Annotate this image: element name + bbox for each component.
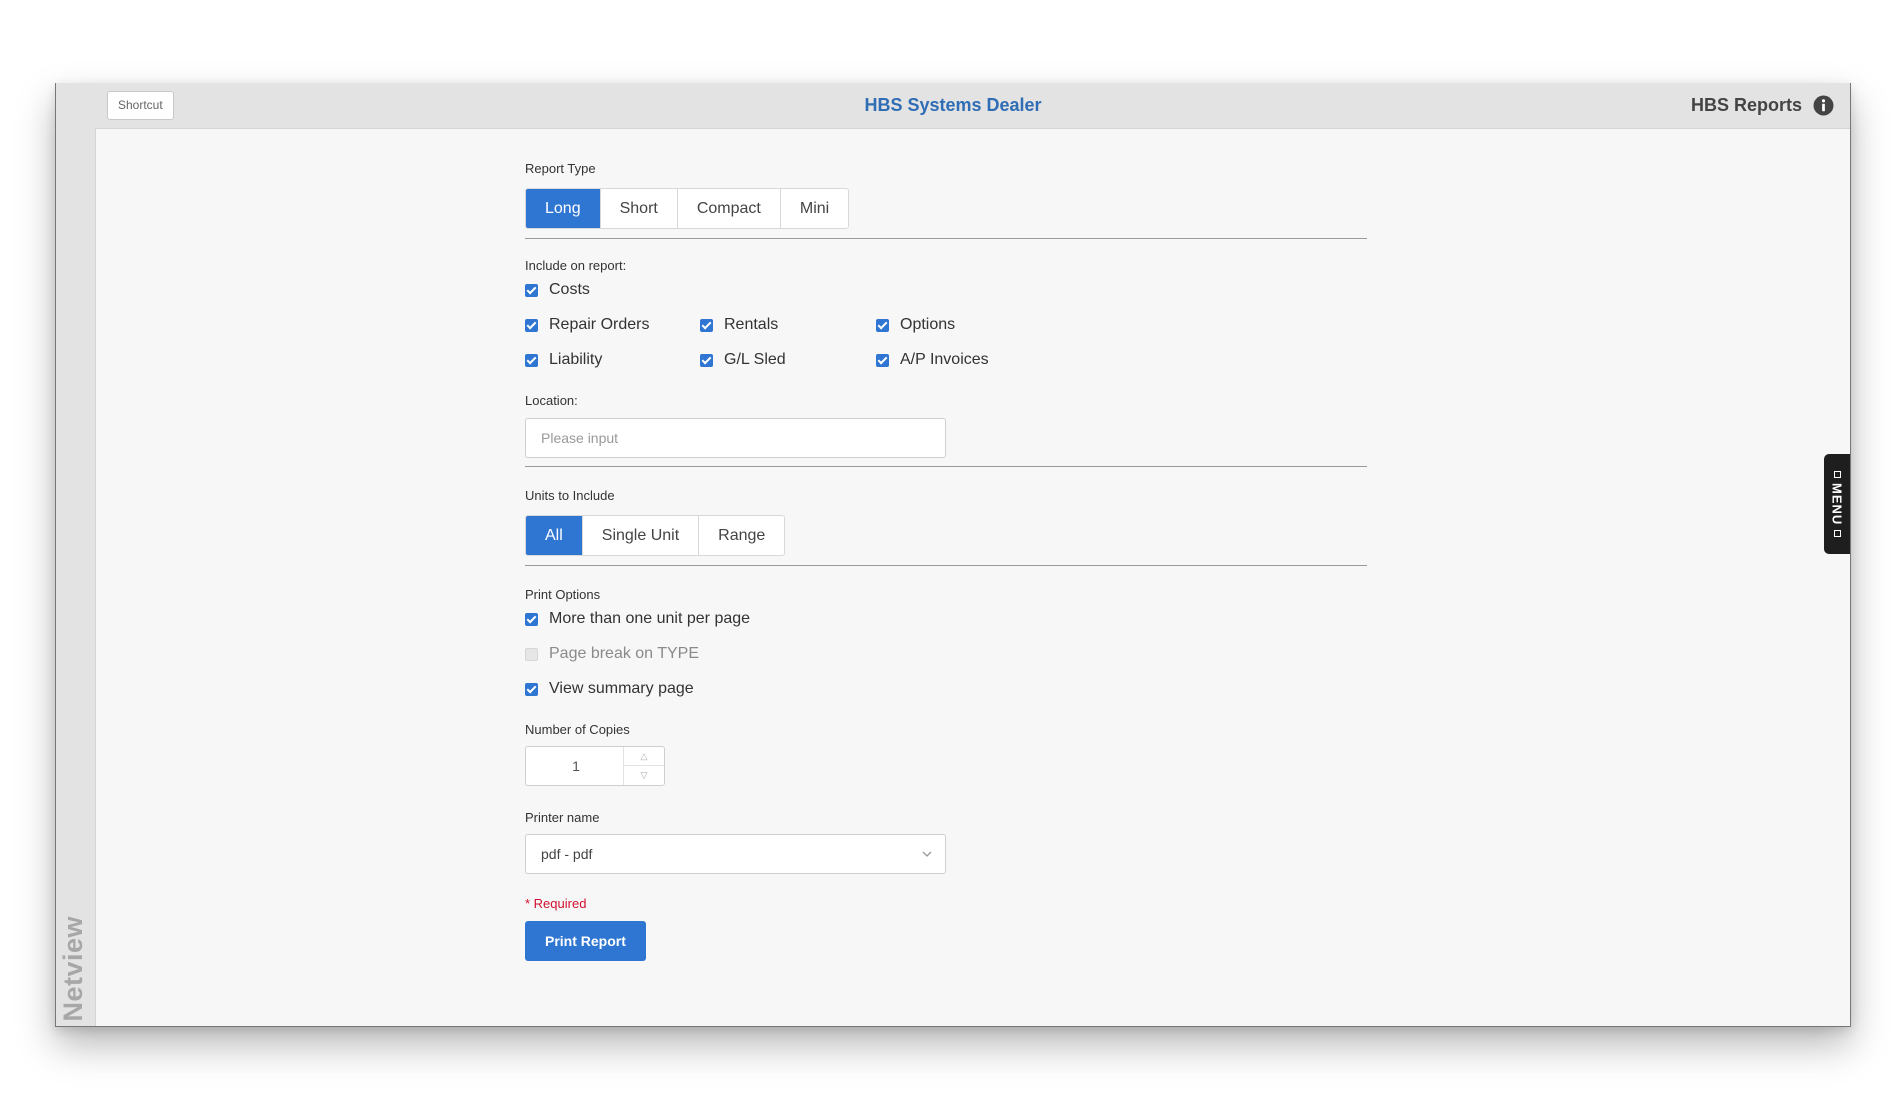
report-type-long[interactable]: Long (526, 189, 601, 228)
left-sidebar: Netview (56, 128, 96, 1026)
checkbox-ap-invoices[interactable]: A/P Invoices (876, 351, 989, 369)
checkbox-rentals[interactable]: Rentals (700, 316, 778, 334)
checkbox-label: A/P Invoices (900, 351, 989, 368)
checkbox-checked-icon[interactable] (525, 682, 538, 696)
units-segmented: All Single Unit Range (525, 515, 786, 556)
printer-label: Printer name (525, 810, 600, 825)
checkbox-page-break: Page break on TYPE (525, 645, 699, 663)
checkbox-checked-icon[interactable] (876, 353, 889, 367)
menu-square-icon (1833, 530, 1841, 538)
menu-square-icon (1833, 470, 1841, 478)
checkbox-more-than-one-unit[interactable]: More than one unit per page (525, 610, 750, 628)
printer-value: pdf - pdf (541, 846, 593, 862)
copies-stepper[interactable]: 1 △ ▽ (525, 746, 665, 786)
checkbox-label: G/L Sled (724, 351, 786, 368)
checkbox-checked-icon[interactable] (525, 318, 538, 332)
divider (525, 466, 1367, 467)
checkbox-liability[interactable]: Liability (525, 351, 602, 369)
checkbox-label: More than one unit per page (549, 610, 751, 627)
menu-tab[interactable]: MENU (1824, 454, 1850, 554)
units-single-unit[interactable]: Single Unit (583, 516, 700, 555)
checkbox-label: Repair Orders (549, 316, 650, 333)
print-report-button[interactable]: Print Report (525, 921, 646, 961)
chevron-down-icon[interactable]: ▽ (624, 766, 664, 785)
include-label: Include on report: (525, 258, 627, 273)
report-type-segmented: Long Short Compact Mini (525, 188, 850, 229)
location-input[interactable] (525, 418, 946, 458)
stepper-arrows: △ ▽ (623, 747, 664, 785)
report-type-label: Report Type (525, 161, 596, 176)
checkbox-checked-icon[interactable] (876, 318, 889, 332)
checkbox-view-summary[interactable]: View summary page (525, 680, 694, 698)
printer-select[interactable]: pdf - pdf (525, 834, 946, 874)
info-circle-icon[interactable] (1813, 95, 1834, 116)
checkbox-label: Options (900, 316, 956, 333)
report-type-compact[interactable]: Compact (678, 189, 781, 228)
copies-label: Number of Copies (525, 722, 630, 737)
app-window: Shortcut HBS Systems Dealer HBS Reports … (55, 83, 1851, 1027)
checkbox-label: Costs (549, 281, 590, 298)
units-all[interactable]: All (526, 516, 583, 555)
checkbox-gl-sled[interactable]: G/L Sled (700, 351, 786, 369)
checkbox-checked-icon[interactable] (700, 318, 713, 332)
report-type-short[interactable]: Short (601, 189, 678, 228)
reports-title: HBS Reports (1690, 95, 1802, 115)
required-note: * Required (525, 896, 587, 911)
checkbox-checked-icon[interactable] (525, 612, 538, 626)
location-label: Location: (525, 393, 578, 408)
checkbox-checked-icon[interactable] (525, 283, 538, 297)
checkbox-costs[interactable]: Costs (525, 281, 590, 299)
divider (525, 238, 1367, 239)
chevron-down-icon (922, 851, 932, 857)
checkbox-label: Rentals (724, 316, 779, 333)
divider (525, 565, 1367, 566)
checkbox-checked-icon[interactable] (700, 353, 713, 367)
menu-label: MENU (1829, 482, 1845, 526)
checkbox-label: Liability (549, 351, 603, 368)
checkbox-label: Page break on TYPE (549, 645, 700, 662)
checkbox-checked-icon[interactable] (525, 353, 538, 367)
report-type-mini[interactable]: Mini (781, 189, 848, 228)
top-bar: Shortcut HBS Systems Dealer HBS Reports (56, 83, 1850, 129)
netview-brand: Netview (58, 916, 88, 1022)
copies-value[interactable]: 1 (526, 747, 626, 785)
checkbox-options[interactable]: Options (876, 316, 955, 334)
checkbox-disabled-icon (525, 647, 538, 661)
checkbox-repair-orders[interactable]: Repair Orders (525, 316, 649, 334)
units-label: Units to Include (525, 488, 615, 503)
chevron-up-icon[interactable]: △ (624, 747, 664, 766)
checkbox-label: View summary page (549, 680, 694, 697)
units-range[interactable]: Range (699, 516, 784, 555)
print-options-label: Print Options (525, 587, 601, 602)
app-title: HBS Systems Dealer (864, 95, 1042, 115)
